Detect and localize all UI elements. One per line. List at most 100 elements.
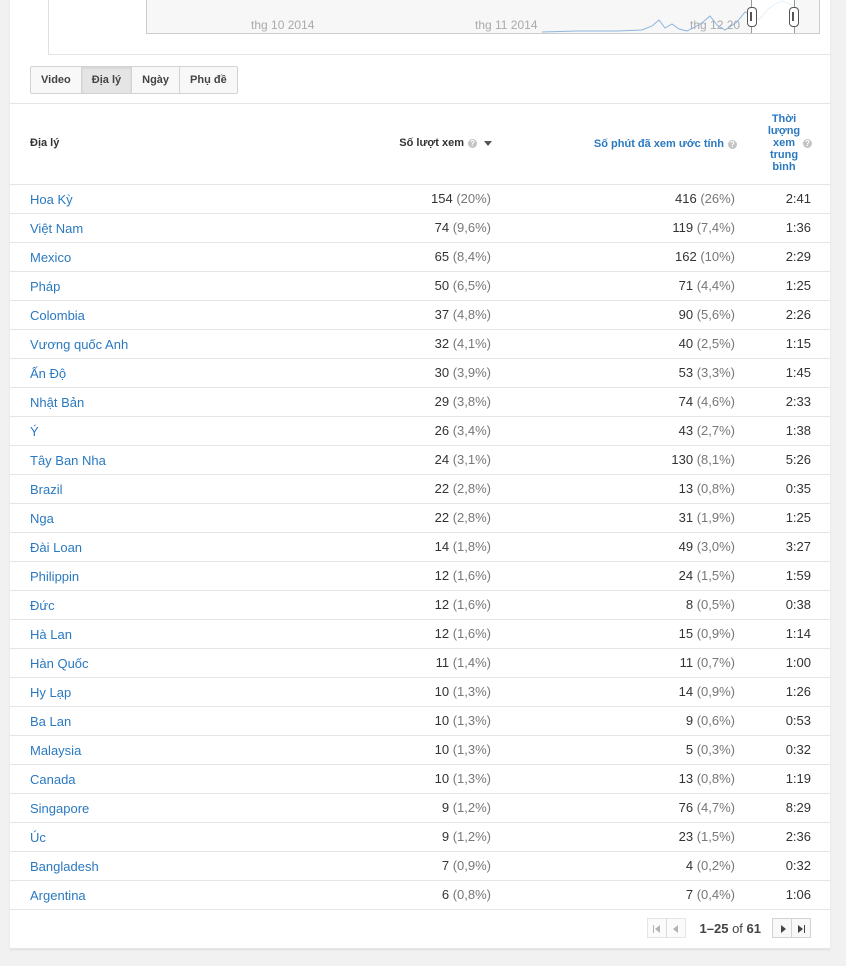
avg-duration-cell: 1:15 <box>785 336 811 351</box>
table-row: Hoa Kỳ 154 (20%) 416 (26%) 2:41 <box>10 184 830 213</box>
country-link[interactable]: Hà Lan <box>30 627 72 642</box>
tab-date[interactable]: Ngày <box>131 66 181 94</box>
country-link[interactable]: Colombia <box>30 308 85 323</box>
prev-page-button[interactable] <box>665 918 686 938</box>
minutes-value: 7 <box>685 887 694 902</box>
avg-duration-cell: 1:00 <box>785 655 811 670</box>
views-value: 50 <box>434 278 450 293</box>
views-value: 22 <box>434 510 450 525</box>
tab-video[interactable]: Video <box>30 66 82 94</box>
country-link[interactable]: Canada <box>30 772 76 787</box>
minutes-cell: 13 (0,8%) <box>679 481 735 496</box>
timeline-sparkline <box>541 0 794 33</box>
minutes-cell: 162 (10%) <box>675 249 735 264</box>
table-row: Việt Nam 74 (9,6%) 119 (7,4%) 1:36 <box>10 213 830 242</box>
table-row: Malaysia 10 (1,3%) 5 (0,3%) 0:32 <box>10 735 830 764</box>
country-link[interactable]: Malaysia <box>30 743 81 758</box>
column-header-geography[interactable]: Địa lý <box>30 137 59 149</box>
country-link[interactable]: Mexico <box>30 250 71 265</box>
country-link[interactable]: Ba Lan <box>30 714 71 729</box>
avg-duration-cell: 1:59 <box>785 568 811 583</box>
minutes-cell: 23 (1,5%) <box>679 829 735 844</box>
table-row: Argentina 6 (0,8%) 7 (0,4%) 1:06 <box>10 880 830 909</box>
views-cell: 14 (1,8%) <box>435 539 491 554</box>
help-icon[interactable]: ? <box>803 138 812 148</box>
views-cell: 9 (1,2%) <box>442 829 491 844</box>
views-percent: (2,8%) <box>452 481 491 496</box>
views-value: 14 <box>434 539 450 554</box>
views-value: 74 <box>434 220 450 235</box>
help-icon[interactable]: ? <box>468 138 477 148</box>
views-value: 10 <box>434 742 450 757</box>
avg-duration-cell: 0:32 <box>785 742 811 757</box>
country-link[interactable]: Nhật Bản <box>30 395 84 410</box>
country-link[interactable]: Đức <box>30 598 55 613</box>
country-link[interactable]: Vương quốc Anh <box>30 337 128 352</box>
minutes-cell: 40 (2,5%) <box>679 336 735 351</box>
column-header-minutes[interactable]: Số phút đã xem ước tính ? <box>594 138 737 150</box>
country-link[interactable]: Singapore <box>30 801 89 816</box>
minutes-cell: 15 (0,9%) <box>679 626 735 641</box>
country-link[interactable]: Argentina <box>30 888 86 903</box>
country-link[interactable]: Úc <box>30 830 46 845</box>
minutes-percent: (26%) <box>700 191 735 206</box>
minutes-cell: 13 (0,8%) <box>679 771 735 786</box>
avg-duration-cell: 2:26 <box>785 307 811 322</box>
avg-duration-cell: 0:38 <box>785 597 811 612</box>
tab-subtitles[interactable]: Phụ đề <box>179 66 238 94</box>
minutes-value: 23 <box>678 829 694 844</box>
avg-duration-cell: 1:25 <box>785 278 811 293</box>
last-page-button[interactable] <box>791 918 811 938</box>
country-link[interactable]: Hàn Quốc <box>30 656 89 671</box>
minutes-cell: 7 (0,4%) <box>686 887 735 902</box>
table-row: Đài Loan 14 (1,8%) 49 (3,0%) 3:27 <box>10 532 830 561</box>
first-page-button[interactable] <box>646 918 667 938</box>
country-link[interactable]: Tây Ban Nha <box>30 453 106 468</box>
views-cell: 11 (1,4%) <box>436 655 491 670</box>
minutes-percent: (0,5%) <box>696 597 735 612</box>
prev-page-icon <box>672 925 678 933</box>
views-cell: 10 (1,3%) <box>435 684 491 699</box>
country-link[interactable]: Ý <box>30 424 39 439</box>
avg-duration-cell: 1:14 <box>785 626 811 641</box>
minutes-percent: (2,7%) <box>696 423 735 438</box>
country-link[interactable]: Bangladesh <box>30 859 99 874</box>
country-link[interactable]: Ấn Độ <box>30 366 66 381</box>
timeline-plot[interactable]: thg 10 2014 thg 11 2014 thg 12 20 <box>146 0 820 34</box>
country-link[interactable]: Philippin <box>30 569 79 584</box>
minutes-cell: 416 (26%) <box>675 191 735 206</box>
country-link[interactable]: Hoa Kỳ <box>30 192 73 207</box>
country-link[interactable]: Nga <box>30 511 54 526</box>
minutes-cell: 119 (7,4%) <box>672 220 735 235</box>
minutes-percent: (1,5%) <box>696 829 735 844</box>
country-link[interactable]: Việt Nam <box>30 221 83 236</box>
timeline-navigator: thg 10 2014 thg 11 2014 thg 12 20 <box>48 0 831 55</box>
minutes-value: 53 <box>678 365 694 380</box>
country-link[interactable]: Brazil <box>30 482 63 497</box>
minutes-cell: 8 (0,5%) <box>686 597 735 612</box>
data-table-body: Hoa Kỳ 154 (20%) 416 (26%) 2:41 Việt Nam 74 (… <box>10 184 830 909</box>
column-header-views[interactable]: Số lượt xem ? <box>399 137 492 149</box>
views-cell: 65 (8,4%) <box>435 249 491 264</box>
minutes-value: 8 <box>685 597 694 612</box>
views-percent: (8,4%) <box>452 249 491 264</box>
table-row: Nga 22 (2,8%) 31 (1,9%) 1:25 <box>10 503 830 532</box>
timeline-left-handle[interactable] <box>747 7 757 27</box>
minutes-percent: (3,3%) <box>696 365 735 380</box>
minutes-cell: 14 (0,9%) <box>679 684 735 699</box>
views-cell: 22 (2,8%) <box>435 510 491 525</box>
column-header-avg-duration[interactable]: Thời lượng xem trung bình ? <box>767 113 812 173</box>
country-link[interactable]: Hy Lạp <box>30 685 71 700</box>
avg-duration-cell: 1:26 <box>785 684 811 699</box>
help-icon[interactable]: ? <box>728 139 737 149</box>
country-link[interactable]: Đài Loan <box>30 540 82 555</box>
tab-geography[interactable]: Địa lý <box>80 66 133 94</box>
timeline-right-handle[interactable] <box>789 7 799 27</box>
minutes-value: 90 <box>678 307 694 322</box>
table-row: Bangladesh 7 (0,9%) 4 (0,2%) 0:32 <box>10 851 830 880</box>
minutes-percent: (10%) <box>700 249 735 264</box>
country-link[interactable]: Pháp <box>30 279 60 294</box>
next-page-button[interactable] <box>772 918 792 938</box>
table-row: Đức 12 (1,6%) 8 (0,5%) 0:38 <box>10 590 830 619</box>
views-percent: (1,8%) <box>452 539 491 554</box>
